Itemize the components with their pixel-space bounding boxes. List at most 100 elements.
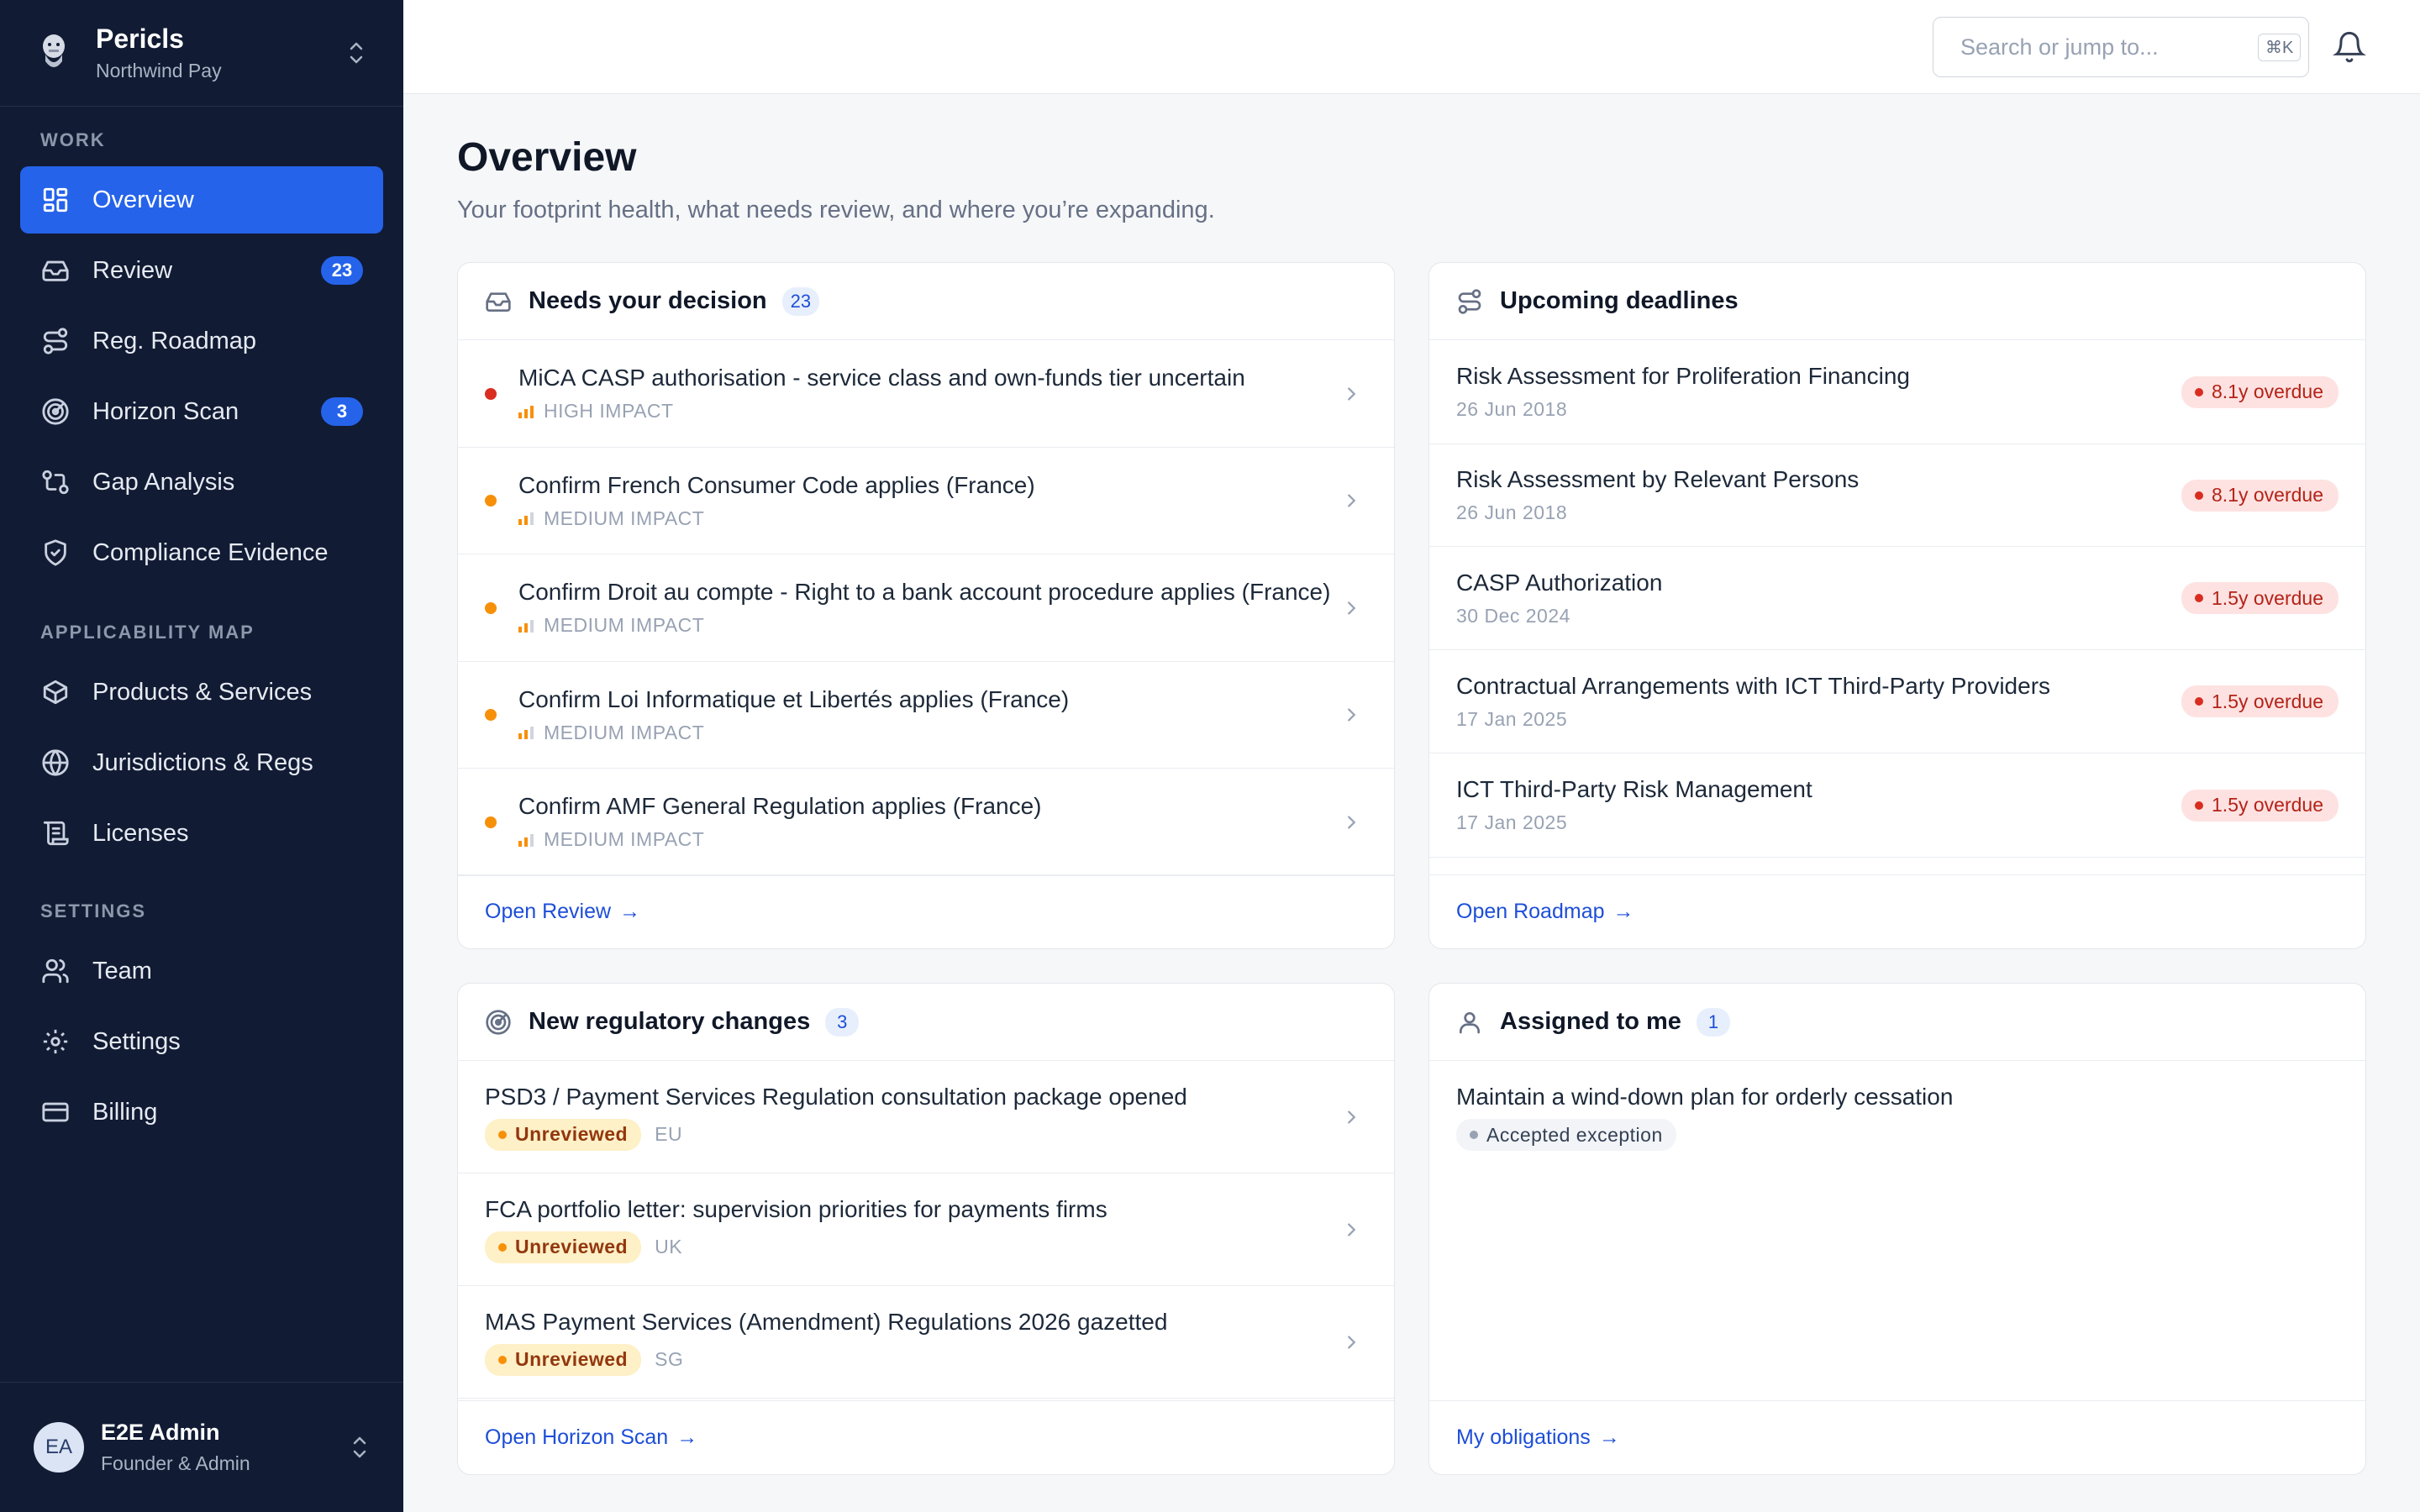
status-label: Unreviewed <box>515 1236 629 1257</box>
overdue-badge: 8.1y overdue <box>2181 479 2338 512</box>
credit-card-icon <box>40 1097 71 1127</box>
deadline-date: 17 Jan 2025 <box>1456 811 1568 833</box>
box-icon <box>40 677 71 707</box>
search-box[interactable]: ⌘K <box>1933 17 2309 77</box>
open-horizon-scan-link[interactable]: Open Horizon Scan → <box>485 1425 697 1450</box>
overdue-badge: 1.5y overdue <box>2181 789 2338 822</box>
deadline-date: 17 Jan 2025 <box>1456 707 1568 730</box>
decision-row[interactable]: Confirm AMF General Regulation applies (… <box>458 769 1394 876</box>
sidebar-item-reg-roadmap[interactable]: Reg. Roadmap <box>20 307 383 375</box>
open-review-link[interactable]: Open Review → <box>485 900 640 924</box>
chevron-right-icon <box>1348 386 1356 401</box>
card-title: Needs your decision <box>529 287 767 314</box>
change-title: FCA portfolio letter: supervision priori… <box>485 1195 1107 1222</box>
sidebar-item-horizon-scan[interactable]: Horizon Scan 3 <box>20 378 383 445</box>
decision-row[interactable]: MiCA CASP authorisation - service class … <box>458 340 1394 448</box>
user-name: E2E Admin <box>101 1420 220 1445</box>
overdue-badge: 1.5y overdue <box>2181 685 2338 717</box>
decision-row[interactable]: Confirm Droit au compte - Right to a ban… <box>458 554 1394 662</box>
card-title: Upcoming deadlines <box>1500 287 1739 314</box>
deadline-date: 26 Jun 2018 <box>1456 501 1568 523</box>
overdue-label: 8.1y overdue <box>2212 381 2323 402</box>
decision-title: Confirm Droit au compte - Right to a ban… <box>518 579 1331 605</box>
sidebar-item-jurisdictions-regs[interactable]: Jurisdictions & Regs <box>20 729 383 796</box>
sidebar-item-licenses[interactable]: Licenses <box>20 800 383 867</box>
sidebar-item-overview[interactable]: Overview <box>20 166 383 234</box>
sidebar-item-label: Review <box>92 256 173 284</box>
status-badge: Unreviewed <box>485 1343 642 1376</box>
decision-row[interactable]: Confirm French Consumer Code applies (Fr… <box>458 448 1394 554</box>
radar-icon <box>40 396 71 427</box>
sidebar-item-review[interactable]: Review 23 <box>20 237 383 304</box>
status-label: Accepted exception <box>1486 1123 1663 1146</box>
search-input[interactable] <box>1960 34 2258 60</box>
radar-icon <box>486 1009 511 1035</box>
impact-label: MEDIUM IMPACT <box>544 507 705 529</box>
impact-dot <box>485 816 497 828</box>
org-switcher[interactable]: Pericls Northwind Pay <box>0 0 403 107</box>
impact-bars-icon <box>518 833 534 847</box>
section-label-settings: SETTINGS <box>40 900 147 921</box>
sidebar-item-label: Horizon Scan <box>92 397 239 425</box>
my-obligations-link[interactable]: My obligations → <box>1456 1425 1620 1450</box>
overdue-badge: 8.1y overdue <box>2181 375 2338 408</box>
sidebar-item-label: Gap Analysis <box>92 468 235 496</box>
card-title: Assigned to me <box>1500 1008 1681 1035</box>
change-title: PSD3 / Payment Services Regulation consu… <box>485 1083 1187 1110</box>
deadline-row[interactable]: Contractual Arrangements with ICT Third-… <box>1429 650 2365 753</box>
inbox-icon <box>486 291 511 312</box>
link-label: Open Review <box>485 900 612 923</box>
sidebar-item-label: Jurisdictions & Regs <box>92 748 313 776</box>
deadline-title: CASP Authorization <box>1456 569 1663 596</box>
deadline-title: Risk Assessment by Relevant Persons <box>1456 466 1860 492</box>
decision-row[interactable]: Confirm Loi Informatique et Libertés app… <box>458 662 1394 769</box>
sidebar-item-products-services[interactable]: Products & Services <box>20 659 383 726</box>
deadline-title: Contractual Arrangements with ICT Third-… <box>1456 672 2051 699</box>
bell-icon[interactable] <box>2333 30 2366 64</box>
user-icon <box>1460 1011 1480 1033</box>
overdue-label: 8.1y overdue <box>2212 484 2323 506</box>
deadline-date: 26 Jun 2018 <box>1456 398 1568 420</box>
open-roadmap-link[interactable]: Open Roadmap → <box>1456 900 1634 924</box>
sidebar-item-settings[interactable]: Settings <box>20 1008 383 1075</box>
deadline-row[interactable]: ICT Third-Party Risk Management 17 Jan 2… <box>1429 753 2365 858</box>
decision-title: Confirm Loi Informatique et Libertés app… <box>518 685 1070 712</box>
page-title: Overview <box>457 135 637 180</box>
status-badge: Unreviewed <box>485 1118 642 1151</box>
chevron-right-icon <box>1348 815 1356 829</box>
gear-icon <box>40 1026 71 1057</box>
deadline-title: Risk Assessment for Proliferation Financ… <box>1456 363 1910 389</box>
impact-bars-icon <box>518 726 534 739</box>
user-menu[interactable]: EA E2E Admin Founder & Admin <box>0 1382 403 1512</box>
change-row[interactable]: FCA portfolio letter: supervision priori… <box>458 1173 1394 1286</box>
count-badge: 3 <box>825 1007 860 1037</box>
git-compare-icon <box>40 467 71 497</box>
deadline-title: ICT Third-Party Risk Management <box>1456 776 1812 802</box>
deadline-row[interactable]: CASP Authorization 30 Dec 2024 1.5y over… <box>1429 547 2365 650</box>
org-subtitle: Northwind Pay <box>96 60 222 81</box>
change-row[interactable]: PSD3 / Payment Services Regulation consu… <box>458 1061 1394 1173</box>
status-label: Unreviewed <box>515 1348 629 1370</box>
sidebar-item-label: Compliance Evidence <box>92 538 329 566</box>
assigned-row[interactable]: Maintain a wind-down plan for orderly ce… <box>1429 1061 2365 1173</box>
sidebar-item-gap-analysis[interactable]: Gap Analysis <box>20 449 383 516</box>
arrow-right-icon: → <box>1612 900 1634 923</box>
sidebar-item-compliance-evidence[interactable]: Compliance Evidence <box>20 519 383 586</box>
sidebar-item-label: Team <box>92 957 152 984</box>
sidebar-item-label: Reg. Roadmap <box>92 327 257 354</box>
sidebar-item-team[interactable]: Team <box>20 937 383 1005</box>
deadline-row[interactable]: Risk Assessment by Relevant Persons 26 J… <box>1429 444 2365 547</box>
review-count-badge: 23 <box>321 256 363 285</box>
link-label: Open Roadmap <box>1456 900 1605 923</box>
change-row[interactable]: MAS Payment Services (Amendment) Regulat… <box>458 1286 1394 1399</box>
users-icon <box>40 956 71 986</box>
sidebar-item-billing[interactable]: Billing <box>20 1079 383 1146</box>
deadline-row[interactable]: Risk Assessment for Proliferation Financ… <box>1429 340 2365 444</box>
horizon-count-badge: 3 <box>321 397 363 426</box>
deadlines-card: Upcoming deadlines Risk Assessment for P… <box>1428 262 2366 949</box>
arrow-right-icon: → <box>1598 1425 1620 1449</box>
globe-icon <box>40 748 71 778</box>
count-badge: 1 <box>1696 1007 1730 1037</box>
assigned-card: Assigned to me 1 Maintain a wind-down pl… <box>1428 983 2366 1475</box>
topbar: ⌘K <box>403 0 2420 94</box>
